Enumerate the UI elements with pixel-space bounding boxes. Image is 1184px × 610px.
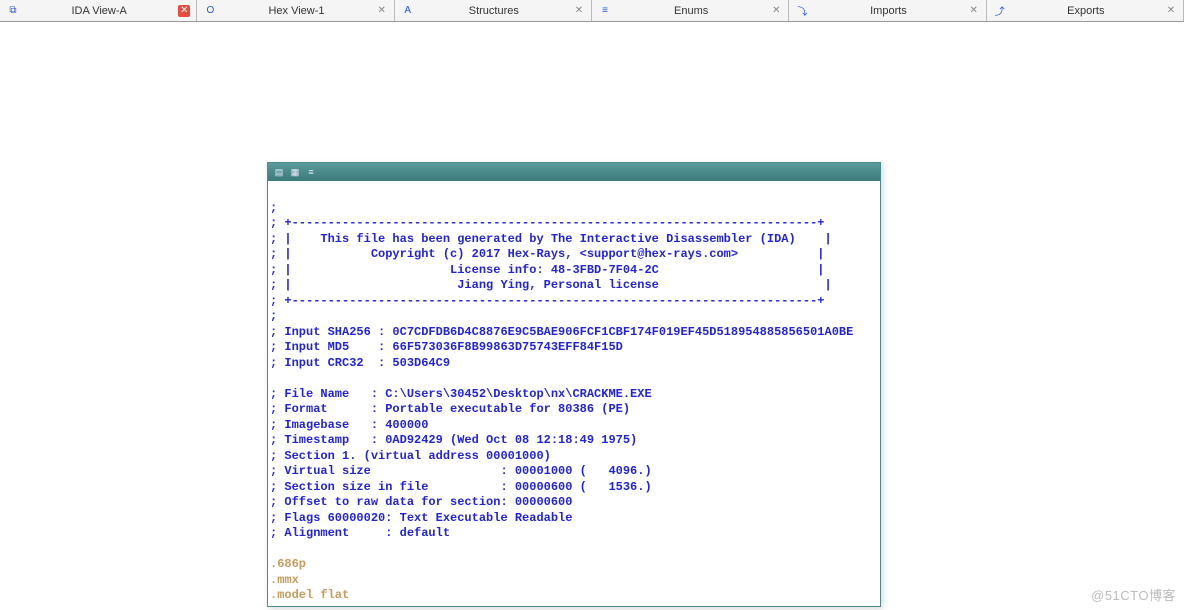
code-line: ; Virtual size : 00001000 ( 4096.) [270, 464, 652, 478]
tab-imports[interactable]: ⤵ Imports ✕ [789, 0, 986, 21]
code-line: ; | This file has been generated by The … [270, 232, 832, 246]
code-line: ; | License info: 48-3FBD-7F04-2C | [270, 263, 825, 277]
code-line: ; Timestamp : 0AD92429 (Wed Oct 08 12:18… [270, 433, 637, 447]
watermark: @51CTO博客 [1091, 585, 1176, 604]
tab-exports[interactable]: ⤴ Exports ✕ [987, 0, 1184, 21]
code-line: ; | Jiang Ying, Personal license | [270, 278, 832, 292]
disassembly-text[interactable]: ; ; +-----------------------------------… [268, 181, 880, 606]
code-directive: .686p [270, 557, 306, 571]
close-icon[interactable]: ✕ [573, 5, 585, 17]
close-icon[interactable]: ✕ [376, 5, 388, 17]
tab-hex-view-1[interactable]: O Hex View-1 ✕ [197, 0, 394, 21]
tab-ida-view-a[interactable]: ⧉ IDA View-A ✕ [0, 0, 197, 21]
code-line: ; Format : Portable executable for 80386… [270, 402, 630, 416]
disassembly-window: ▤ ▦ ≡ ; ; +-----------------------------… [267, 162, 881, 607]
code-line: ; Input MD5 : 66F573036F8B99863D75743EFF… [270, 340, 623, 354]
code-directive: .mmx [270, 573, 299, 587]
tab-label: Structures [469, 5, 519, 17]
code-line: ; +-------------------------------------… [270, 294, 825, 308]
content-area: ▤ ▦ ≡ ; ; +-----------------------------… [0, 22, 1184, 610]
titlebar-icon: ▦ [288, 166, 302, 178]
code-line: ; Flags 60000020: Text Executable Readab… [270, 511, 572, 525]
code-directive: .model flat [270, 588, 349, 602]
tab-label: Hex View-1 [268, 5, 324, 17]
close-icon[interactable]: ✕ [968, 5, 980, 17]
tab-label: IDA View-A [71, 5, 126, 17]
code-line: ; Section size in file : 00000600 ( 1536… [270, 480, 652, 494]
imports-icon: ⤵ [795, 4, 809, 18]
struct-icon: A [401, 4, 415, 18]
code-line: ; Input CRC32 : 503D64C9 [270, 356, 450, 370]
titlebar-icon: ▤ [272, 166, 286, 178]
code-line: ; Alignment : default [270, 526, 450, 540]
tab-label: Imports [870, 5, 907, 17]
exports-icon: ⤴ [993, 4, 1007, 18]
code-line: ; Section 1. (virtual address 00001000) [270, 449, 551, 463]
code-line: ; | Copyright (c) 2017 Hex-Rays, <suppor… [270, 247, 825, 261]
code-line: ; Input SHA256 : 0C7CDFDB6D4C8876E9C5BAE… [270, 325, 853, 339]
close-icon[interactable]: ✕ [770, 5, 782, 17]
tab-enums[interactable]: ≡ Enums ✕ [592, 0, 789, 21]
tab-label: Exports [1067, 5, 1104, 17]
titlebar-icon: ≡ [304, 166, 318, 178]
code-line: ; Imagebase : 400000 [270, 418, 428, 432]
view-icon: ⧉ [6, 4, 20, 18]
code-line: ; +-------------------------------------… [270, 216, 825, 230]
code-line: ; Offset to raw data for section: 000006… [270, 495, 572, 509]
hex-icon: O [203, 4, 217, 18]
tab-label: Enums [674, 5, 708, 17]
close-icon[interactable]: ✕ [1165, 5, 1177, 17]
tab-bar: ⧉ IDA View-A ✕ O Hex View-1 ✕ A Structur… [0, 0, 1184, 22]
tab-structures[interactable]: A Structures ✕ [395, 0, 592, 21]
close-icon[interactable]: ✕ [178, 5, 190, 17]
code-titlebar[interactable]: ▤ ▦ ≡ [268, 163, 880, 181]
code-line: ; File Name : C:\Users\30452\Desktop\nx\… [270, 387, 652, 401]
enum-icon: ≡ [598, 4, 612, 18]
